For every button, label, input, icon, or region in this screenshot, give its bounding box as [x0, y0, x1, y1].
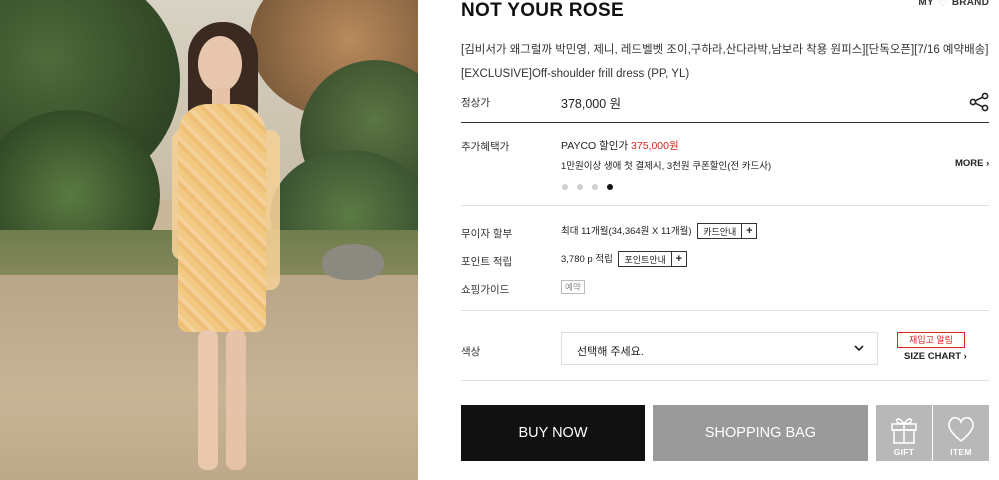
size-chart-link[interactable]: SIZE CHART › [904, 351, 967, 362]
heart-icon [948, 416, 974, 443]
benefit-desc: 1만원이상 생애 첫 결제시, 3천원 쿠폰할인(전 카드사) [561, 161, 772, 172]
points-row: 3,780 p 적립 포인트안내 + [561, 251, 687, 268]
points-label: 포인트 적립 [461, 256, 513, 268]
payco-prefix: PAYCO 할인가 [561, 140, 632, 152]
carousel-dot[interactable] [607, 184, 613, 190]
product-name-line1: [김비서가 왜그럴까 박민영, 제니, 레드벨벳 조이,구하라,산다라박,남보라… [461, 44, 989, 56]
divider [461, 310, 989, 311]
restock-alert-button[interactable]: 재입고 알림 [897, 332, 965, 348]
installment-row: 최대 11개월(34,364원 X 11개월) 카드안내 + [561, 223, 758, 240]
my-link[interactable]: MY [918, 0, 933, 8]
divider [461, 122, 989, 123]
divider [461, 380, 989, 381]
plus-icon: + [670, 252, 686, 267]
carousel-dot[interactable] [562, 184, 568, 190]
divider [461, 205, 989, 206]
chevron-right-icon: › [963, 351, 967, 362]
buy-now-button[interactable]: BUY NOW [461, 405, 645, 461]
model-leg [198, 330, 218, 470]
rock [322, 244, 384, 280]
shopping-guide-label: 쇼핑가이드 [461, 284, 510, 296]
brand-name[interactable]: NOT YOUR ROSE [461, 0, 624, 22]
plus-icon: + [741, 224, 756, 239]
reservation-badge: 예약 [561, 280, 585, 294]
chevron-right-icon: › [986, 158, 990, 169]
color-select-placeholder: 선택해 주세요. [577, 346, 644, 358]
model-face [198, 36, 242, 92]
item-label: ITEM [950, 447, 972, 457]
color-select[interactable]: 선택해 주세요. [561, 332, 878, 365]
card-info-label: 카드안내 [703, 226, 737, 237]
price-value: 378,000 원 [561, 97, 622, 111]
model-dress [178, 104, 266, 332]
wishlist-button[interactable]: ITEM [933, 405, 989, 461]
price-label: 정상가 [461, 97, 490, 109]
gift-button[interactable]: GIFT [876, 405, 932, 461]
installment-label: 무이자 할부 [461, 228, 513, 240]
point-info-label: 포인트안내 [624, 254, 666, 265]
point-info-button[interactable]: 포인트안내 + [618, 251, 687, 268]
payco-sale-price: 375,000원 [631, 140, 679, 152]
top-links: MY ♡ BRAND [918, 0, 989, 9]
points-value: 3,780 p 적립 [561, 254, 613, 265]
more-label: MORE [955, 158, 984, 169]
model-leg [226, 330, 246, 470]
size-chart-label: SIZE CHART [904, 351, 961, 362]
payco-price: PAYCO 할인가 375,000원 [561, 138, 679, 153]
carousel-dot[interactable] [577, 184, 583, 190]
product-photo [0, 0, 418, 480]
shopping-bag-button[interactable]: SHOPPING BAG [653, 405, 868, 461]
color-label: 색상 [461, 346, 481, 358]
benefits-label: 추가혜택가 [461, 141, 510, 153]
share-icon[interactable] [968, 92, 990, 112]
gift-icon [891, 418, 917, 444]
heart-icon: ♡ [937, 0, 948, 9]
installment-value: 최대 11개월(34,364원 X 11개월) [561, 226, 692, 237]
card-info-button[interactable]: 카드안내 + [697, 223, 758, 240]
brand-link[interactable]: BRAND [952, 0, 989, 8]
product-name: [김비서가 왜그럴까 박민영, 제니, 레드벨벳 조이,구하라,산다라박,남보라… [461, 38, 991, 86]
chevron-down-icon [854, 345, 864, 352]
product-name-line2: [EXCLUSIVE]Off-shoulder frill dress (PP,… [461, 68, 690, 80]
more-link[interactable]: MORE › [955, 158, 989, 169]
benefit-carousel-dots [562, 184, 613, 190]
gift-label: GIFT [893, 447, 915, 457]
carousel-dot[interactable] [592, 184, 598, 190]
